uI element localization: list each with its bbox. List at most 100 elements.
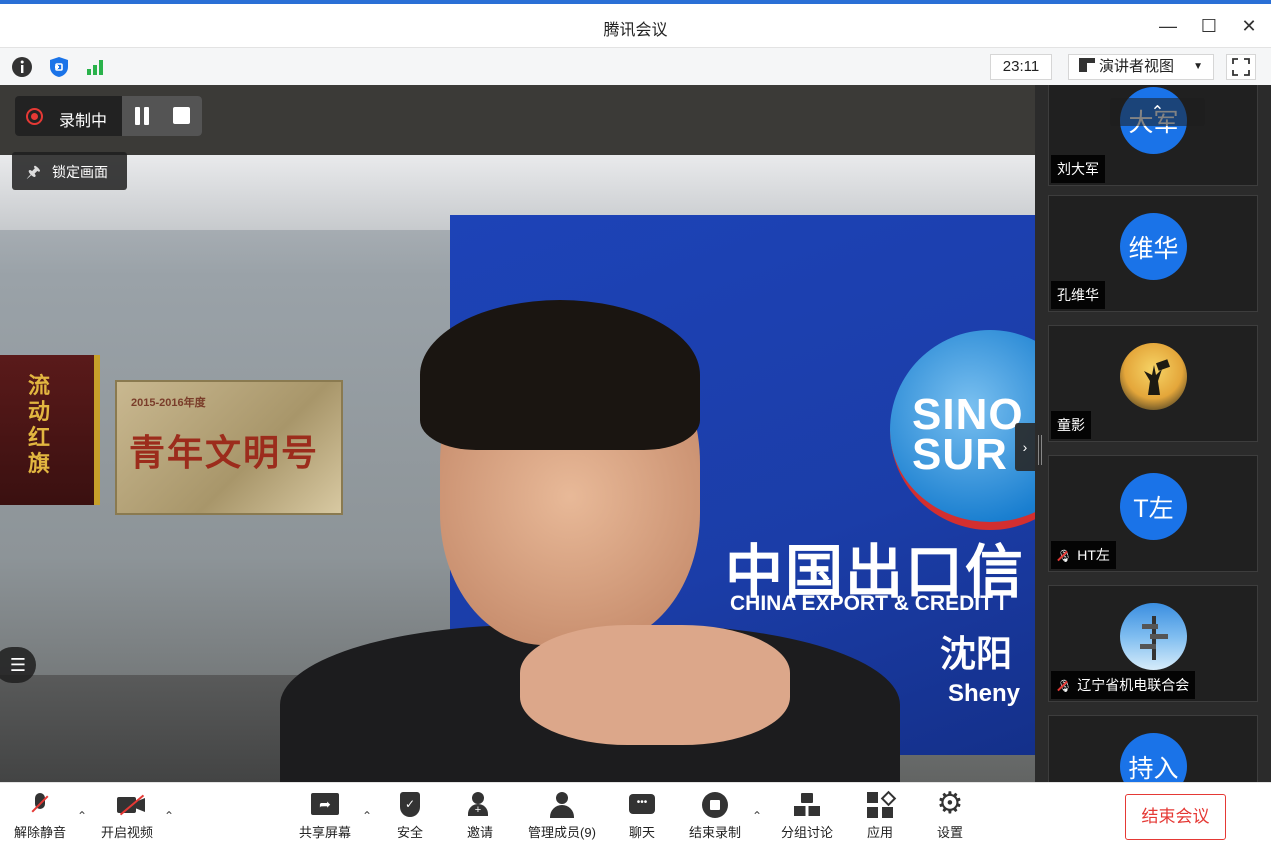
recording-controls xyxy=(122,96,202,136)
avatar xyxy=(1120,343,1187,410)
participant-tile[interactable]: 维华 孔维华 xyxy=(1048,195,1258,312)
apps-label: 应用 xyxy=(866,825,893,840)
window-title: 腾讯会议 xyxy=(603,22,668,39)
chevron-up-icon[interactable]: ⌃ xyxy=(164,809,174,823)
plaque-title: 青年文明号 xyxy=(129,432,320,473)
main-video-stage: 流动红旗 2015-2016年度 青年文明号 SINO SUR 中国出口信 CHI… xyxy=(0,85,1035,782)
mic-off-icon: 🎙 xyxy=(1057,679,1073,693)
chat-label: 聊天 xyxy=(628,825,655,840)
video-banner: 流动红旗 xyxy=(0,355,100,505)
breakout-rooms-button[interactable]: 分组讨论 xyxy=(776,791,838,847)
breakout-icon xyxy=(793,791,821,819)
breakout-label: 分组讨论 xyxy=(780,825,833,840)
chat-button[interactable]: 聊天 xyxy=(622,791,662,847)
invite-button[interactable]: 邀请 xyxy=(460,791,500,847)
recording-label: 录制中 xyxy=(59,113,108,130)
record-icon xyxy=(26,108,43,125)
video-logo-text: SINO SUR xyxy=(912,390,1024,479)
start-video-label: 开启视频 xyxy=(100,825,153,840)
view-mode-select[interactable]: 演讲者视图 ▼ xyxy=(1068,54,1214,80)
panel-resize-handle[interactable] xyxy=(1038,435,1042,465)
settings-label: 设置 xyxy=(936,825,963,840)
fullscreen-icon xyxy=(1232,58,1250,76)
meeting-timer: 23:11 xyxy=(990,54,1052,80)
unmute-button[interactable]: 解除静音 xyxy=(10,791,70,847)
recording-indicator: 录制中 xyxy=(15,96,202,136)
pause-recording-button[interactable] xyxy=(132,107,152,125)
shield-icon xyxy=(396,791,424,819)
participant-name: 孔维华 xyxy=(1051,281,1105,309)
lock-view-button[interactable]: 🖈 锁定画面 xyxy=(12,152,127,190)
lock-view-label: 锁定画面 xyxy=(52,164,108,180)
share-screen-button[interactable]: 共享屏幕 xyxy=(294,791,356,847)
avatar xyxy=(1120,603,1187,670)
speaker-hand xyxy=(520,625,790,745)
chevron-right-icon[interactable]: › xyxy=(1015,423,1035,471)
speaker-hair xyxy=(420,300,700,450)
avatar: T左 xyxy=(1120,473,1187,540)
add-user-icon xyxy=(466,791,494,819)
share-screen-label: 共享屏幕 xyxy=(298,825,351,840)
mic-off-icon xyxy=(26,791,54,819)
participant-name: 🎙 辽宁省机电联合会 xyxy=(1051,671,1196,699)
list-icon[interactable]: ☰ xyxy=(0,647,36,683)
maximize-button[interactable]: ☐ xyxy=(1194,14,1224,38)
video-company-en: CHINA EXPORT & CREDIT I xyxy=(730,592,1005,615)
security-button[interactable]: 安全 xyxy=(390,791,430,847)
unmute-label: 解除静音 xyxy=(13,825,66,840)
participant-name-text: HT左 xyxy=(1077,547,1110,563)
video-city-cn: 沈阳 xyxy=(940,633,1013,674)
stop-record-icon xyxy=(701,791,729,819)
end-recording-button[interactable]: 结束录制 xyxy=(684,791,746,847)
silhouette-avatar-image xyxy=(1143,358,1170,395)
avatar: 持入 xyxy=(1120,733,1187,782)
participant-name: 刘大军 xyxy=(1051,155,1105,183)
title-bar: 腾讯会议 — ☐ ✕ xyxy=(0,0,1271,47)
chevron-up-icon[interactable]: ⌃ xyxy=(77,809,87,823)
apps-button[interactable]: 应用 xyxy=(860,791,900,847)
participant-panel: 大军 刘大军 维华 孔维华 童影 T左 🎙HT左 🎙辽宁省机电联合会 持入 xyxy=(1035,85,1271,782)
gear-icon xyxy=(936,787,964,821)
security-label: 安全 xyxy=(396,825,423,840)
chevron-up-icon[interactable]: ⌃ xyxy=(752,809,762,823)
start-video-button[interactable]: 开启视频 xyxy=(96,791,158,847)
members-icon xyxy=(548,791,576,819)
chevron-up-icon[interactable]: ⌃ xyxy=(1110,98,1205,126)
chevron-up-icon[interactable]: ⌃ xyxy=(362,809,372,823)
info-icon[interactable] xyxy=(11,56,33,78)
video-off-icon xyxy=(117,791,145,819)
meeting-info-bar: 23:11 演讲者视图 ▼ xyxy=(0,47,1271,85)
chevron-down-icon: ▼ xyxy=(1193,61,1203,72)
participant-tile[interactable]: T左 🎙 HT左 xyxy=(1048,455,1258,572)
manage-members-label: 管理成员(9) xyxy=(528,825,596,840)
banner-text: 流动红旗 xyxy=(28,373,51,476)
participant-name: 童影 xyxy=(1051,411,1091,439)
video-city-en: Sheny xyxy=(948,680,1021,707)
participant-name: 🎙 HT左 xyxy=(1051,541,1116,569)
meeting-toolbar: 解除静音 ⌃ 开启视频 ⌃ 共享屏幕 ⌃ 安全 邀请 管理成员(9) 聊天 结束… xyxy=(0,782,1271,849)
participant-tile[interactable]: 🎙 辽宁省机电联合会 xyxy=(1048,585,1258,702)
manage-members-button[interactable]: 管理成员(9) xyxy=(522,791,602,847)
participant-name-text: 孔维华 xyxy=(1057,287,1099,303)
fullscreen-button[interactable] xyxy=(1226,54,1256,80)
speaker-video[interactable]: 流动红旗 2015-2016年度 青年文明号 SINO SUR 中国出口信 CHI… xyxy=(0,155,1035,782)
plaque-year: 2015-2016年度 xyxy=(131,397,206,409)
shield-icon[interactable] xyxy=(48,56,70,78)
minimize-button[interactable]: — xyxy=(1153,14,1183,38)
participant-name-text: 童影 xyxy=(1057,417,1085,433)
end-meeting-button[interactable]: 结束会议 xyxy=(1125,794,1226,840)
signal-icon[interactable] xyxy=(84,56,106,78)
stop-recording-button[interactable] xyxy=(173,107,190,124)
share-screen-icon xyxy=(311,791,339,819)
settings-button[interactable]: 设置 xyxy=(930,787,970,847)
view-mode-label: 演讲者视图 xyxy=(1099,58,1175,75)
participant-name-text: 辽宁省机电联合会 xyxy=(1077,677,1190,693)
participant-name-text: 刘大军 xyxy=(1057,161,1099,177)
participant-tile[interactable]: 持入 xyxy=(1048,715,1258,782)
participant-tile[interactable]: 童影 xyxy=(1048,325,1258,442)
video-plaque: 2015-2016年度 青年文明号 xyxy=(115,380,343,515)
signpost-avatar-image xyxy=(1139,615,1168,660)
avatar: 维华 xyxy=(1120,213,1187,280)
close-button[interactable]: ✕ xyxy=(1234,14,1264,38)
speaker-view-icon xyxy=(1079,58,1095,72)
